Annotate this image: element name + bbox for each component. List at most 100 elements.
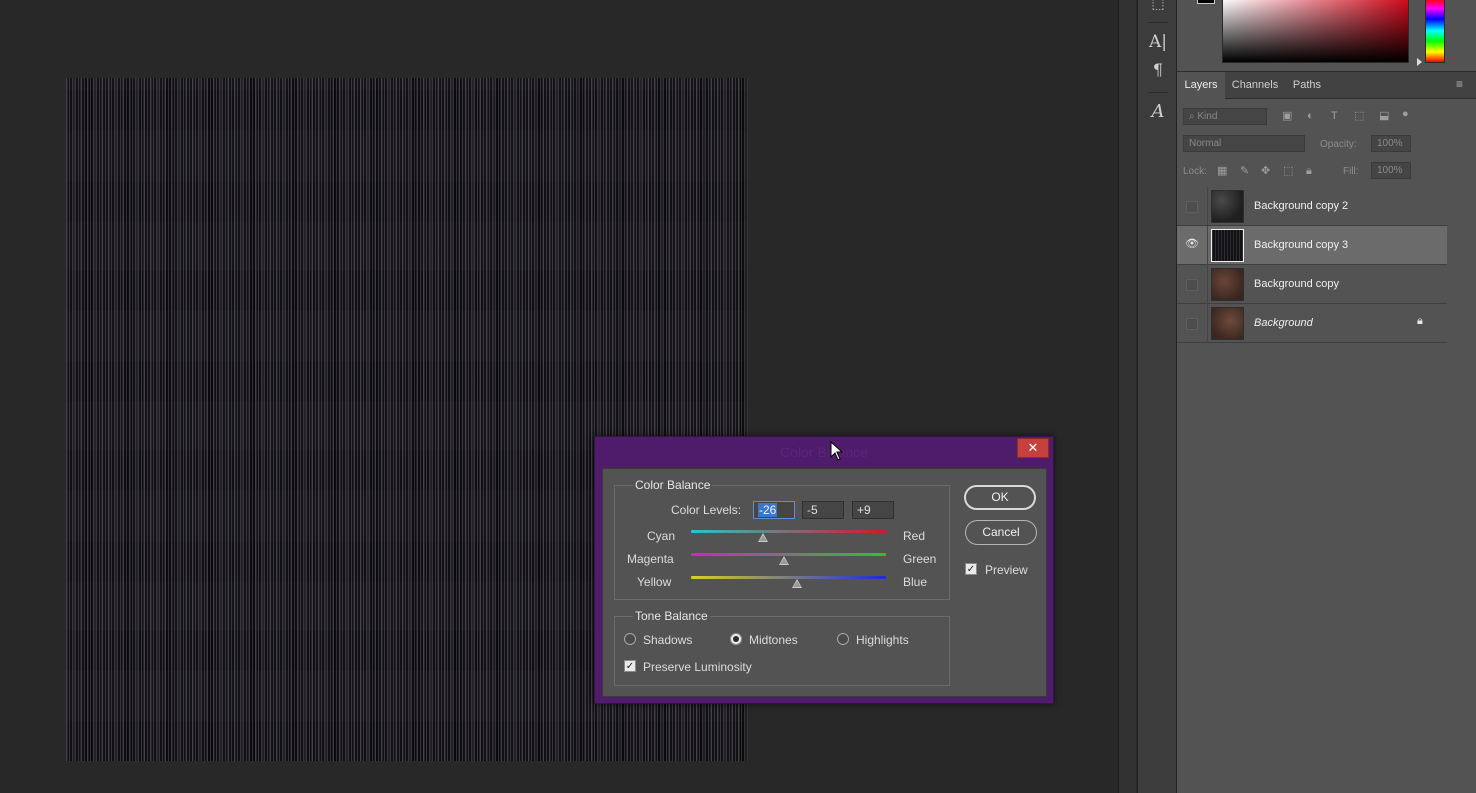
strip-divider — [1148, 22, 1168, 23]
type-filter-icon[interactable]: T — [1331, 111, 1338, 122]
tab-layers[interactable]: Layers — [1177, 72, 1225, 99]
right-panels: Layers Channels Paths ≡ ⌕ Kind ▣ ◐ T ⬚ ⬓… — [1177, 0, 1476, 793]
layer-row-selected[interactable]: 👁︎ Background copy 3 — [1177, 226, 1447, 265]
hue-slider-handle[interactable] — [1417, 58, 1422, 66]
tab-paths[interactable]: Paths — [1285, 72, 1329, 99]
tab-channels[interactable]: Channels — [1227, 72, 1283, 99]
midtones-radio[interactable] — [730, 633, 742, 645]
lock-artboard-icon[interactable]: ⬚ — [1283, 166, 1293, 177]
visibility-toggle[interactable] — [1186, 318, 1198, 330]
eye-icon[interactable]: 👁︎ — [1185, 237, 1199, 250]
preserve-luminosity-label[interactable]: Preserve Luminosity — [643, 660, 752, 674]
color-picker-panel — [1177, 0, 1476, 72]
magenta-green-slider-thumb[interactable] — [778, 556, 789, 565]
blend-mode-select[interactable]: Normal — [1183, 135, 1305, 152]
glyphs-panel-icon[interactable]: A — [1138, 101, 1178, 122]
layer-filter-kind-select[interactable]: ⌕ Kind — [1183, 108, 1267, 125]
character-panel-icon[interactable]: A| — [1138, 32, 1178, 52]
color-balance-group: Color Balance Color Levels: -26 -5 +9 Cy… — [614, 478, 950, 600]
color-field[interactable] — [1222, 0, 1409, 63]
layer-name[interactable]: Background copy 2 — [1254, 200, 1348, 212]
layer-filter-row: ⌕ Kind ▣ ◐ T ⬚ ⬓ ● — [1177, 104, 1476, 131]
lock-label: Lock: — [1183, 166, 1207, 177]
layer-row[interactable]: Background copy 2 — [1177, 187, 1447, 226]
panel-menu-icon[interactable]: ≡ — [1456, 78, 1468, 90]
visibility-toggle[interactable] — [1186, 201, 1198, 213]
yellow-label: Yellow — [637, 575, 672, 589]
color-level-yellow-blue-field[interactable]: +9 — [852, 501, 894, 519]
kind-label: Kind — [1197, 111, 1218, 122]
cyan-label: Cyan — [647, 529, 676, 543]
shape-filter-icon[interactable]: ⬚ — [1354, 111, 1364, 122]
panel-dock-gutter — [1118, 0, 1136, 793]
shadows-label[interactable]: Shadows — [643, 633, 692, 647]
layer-thumbnail — [1211, 307, 1244, 340]
color-level-cyan-red-field[interactable]: -26 — [753, 501, 795, 519]
color-level-magenta-green-value: -5 — [807, 503, 818, 517]
filter-toggle-icon[interactable]: ● — [1402, 109, 1409, 120]
visibility-toggle[interactable] — [1186, 279, 1198, 291]
blue-label: Blue — [903, 575, 928, 589]
tone-balance-group-title: Tone Balance — [633, 609, 710, 623]
properties-icon[interactable]: ⬚ — [1138, 0, 1178, 12]
preview-label[interactable]: Preview — [985, 563, 1028, 577]
opacity-field[interactable]: 100% — [1371, 135, 1411, 152]
smart-object-filter-icon[interactable]: ⬓ — [1379, 111, 1389, 122]
layer-thumbnail — [1211, 229, 1244, 262]
blend-mode-value: Normal — [1189, 138, 1222, 149]
layer-row[interactable]: Background 🔒︎ — [1177, 304, 1447, 343]
lock-image-icon[interactable]: ✎ — [1240, 166, 1249, 177]
color-balance-group-title: Color Balance — [633, 478, 713, 492]
preserve-luminosity-checkbox[interactable]: ✓ — [624, 660, 636, 672]
layer-row[interactable]: Background copy — [1177, 265, 1447, 304]
yellow-blue-slider-thumb[interactable] — [792, 579, 803, 588]
fill-field[interactable]: 100% — [1371, 162, 1411, 179]
layer-thumbnail — [1211, 190, 1244, 223]
layers-panel-tabs: Layers Channels Paths ≡ — [1177, 72, 1476, 99]
highlights-label[interactable]: Highlights — [856, 633, 909, 647]
mouse-cursor-icon — [830, 441, 844, 461]
strip-divider — [1148, 92, 1168, 93]
tone-balance-group: Tone Balance Shadows Midtones Highlights… — [614, 609, 950, 686]
lock-row: Lock: ▦ ✎ ✥ ⬚ 🔒︎ Fill: 100% — [1177, 158, 1476, 185]
foreground-color-swatch[interactable] — [1197, 0, 1215, 4]
hue-slider[interactable] — [1425, 0, 1445, 63]
preview-checkbox[interactable]: ✓ — [965, 563, 977, 575]
layer-name[interactable]: Background — [1254, 317, 1313, 329]
ok-button[interactable]: OK — [964, 485, 1036, 510]
panel-icon-strip: ⬚ A| ¶ A — [1137, 0, 1177, 793]
cancel-button[interactable]: Cancel — [965, 520, 1037, 545]
opacity-label: Opacity: — [1320, 139, 1357, 150]
layer-name[interactable]: Background copy 3 — [1254, 239, 1348, 251]
layer-divider — [1207, 304, 1208, 343]
pixel-filter-icon[interactable]: ▣ — [1282, 111, 1292, 122]
yellow-blue-slider[interactable] — [691, 576, 886, 579]
highlights-radio[interactable] — [837, 633, 849, 645]
midtones-label[interactable]: Midtones — [749, 633, 798, 647]
red-label: Red — [903, 529, 926, 543]
color-levels-label: Color Levels: — [671, 503, 742, 517]
lock-transparent-icon[interactable]: ▦ — [1217, 166, 1227, 177]
lock-all-icon[interactable]: 🔒︎ — [1306, 166, 1312, 177]
adjustment-filter-icon[interactable]: ◐ — [1307, 111, 1314, 122]
dialog-body: Color Balance Color Levels: -26 -5 +9 Cy… — [602, 468, 1047, 697]
paragraph-panel-icon[interactable]: ¶ — [1138, 60, 1178, 79]
lock-position-icon[interactable]: ✥ — [1261, 166, 1270, 177]
color-level-magenta-green-field[interactable]: -5 — [802, 501, 844, 519]
green-label: Green — [903, 552, 937, 566]
blend-row: Normal Opacity: 100% — [1177, 131, 1476, 158]
layer-thumbnail — [1211, 268, 1244, 301]
fill-label: Fill: — [1343, 166, 1359, 177]
lock-icon: 🔒︎ — [1417, 315, 1423, 327]
close-button[interactable]: ✕ — [1017, 438, 1049, 458]
color-level-yellow-blue-value: +9 — [857, 503, 871, 517]
cyan-red-slider-thumb[interactable] — [758, 533, 769, 542]
layer-name[interactable]: Background copy — [1254, 278, 1339, 290]
shadows-radio[interactable] — [624, 633, 636, 645]
cyan-red-slider[interactable] — [691, 530, 886, 533]
layer-divider — [1207, 226, 1208, 265]
layer-divider — [1207, 187, 1208, 226]
dialog-title[interactable]: Color Balance — [595, 437, 1053, 467]
color-level-cyan-red-value: -26 — [758, 503, 778, 517]
fill-value: 100% — [1377, 165, 1403, 176]
